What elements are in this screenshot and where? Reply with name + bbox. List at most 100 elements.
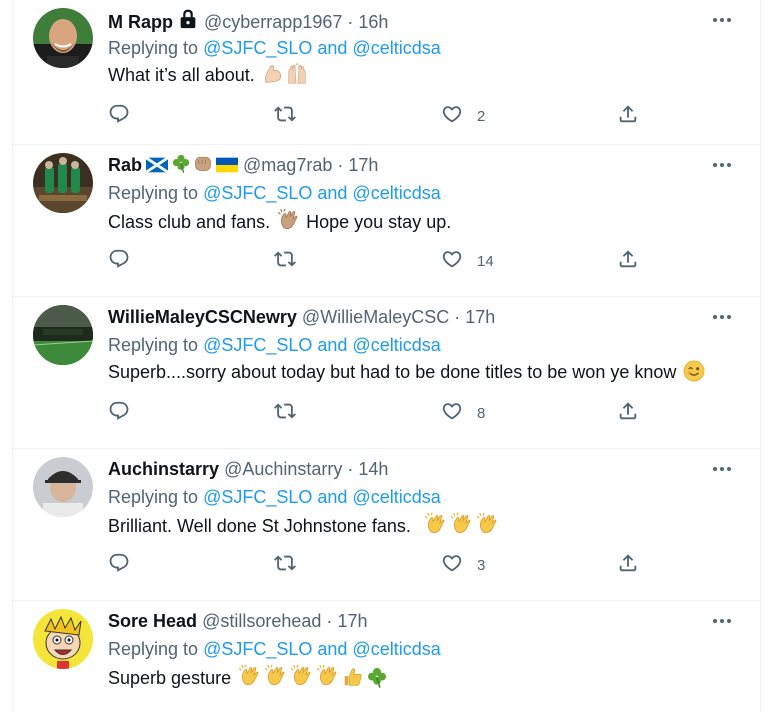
- avatar[interactable]: [33, 609, 93, 669]
- avatar[interactable]: [33, 8, 93, 68]
- timestamp[interactable]: 14h: [358, 459, 388, 479]
- mention-link[interactable]: @celticdsa: [352, 335, 440, 355]
- reply-icon: [108, 400, 130, 427]
- avatar[interactable]: [33, 305, 93, 365]
- like-button[interactable]: 8: [441, 401, 485, 425]
- reply-icon: [108, 103, 130, 130]
- name-emojis: [146, 153, 238, 179]
- mention-link[interactable]: @SJFC_SLO: [203, 183, 312, 203]
- heart-icon: [441, 400, 463, 427]
- mention-link[interactable]: @celticdsa: [352, 38, 440, 58]
- tweet[interactable]: WillieMaleyCSCNewry @WillieMaleyCSC · 17…: [13, 297, 760, 449]
- handle[interactable]: @cyberrapp1967: [204, 12, 342, 32]
- reply-button[interactable]: [108, 249, 130, 273]
- avatar[interactable]: [33, 457, 93, 517]
- more-icon[interactable]: [710, 457, 734, 481]
- like-count: 3: [477, 556, 486, 574]
- handle[interactable]: @WillieMaleyCSC: [302, 307, 449, 327]
- replying-and[interactable]: and: [312, 487, 352, 507]
- tweet-header: Rab @mag7rab · 17h: [108, 153, 378, 179]
- replying-to: Replying to @SJFC_SLO and @celticdsa: [108, 637, 441, 661]
- separator-dot: ·: [337, 155, 344, 175]
- winking-face-icon: [683, 360, 705, 388]
- heart-icon: [441, 552, 463, 579]
- scotland-flag-icon: [146, 157, 168, 173]
- shamrock-icon: [366, 666, 388, 694]
- thumbs-up-icon: [342, 666, 364, 694]
- share-button[interactable]: [617, 249, 639, 273]
- mention-link[interactable]: @SJFC_SLO: [203, 38, 312, 58]
- mention-link[interactable]: @SJFC_SLO: [203, 639, 312, 659]
- timestamp[interactable]: 17h: [348, 155, 378, 175]
- tweet-text-content: Superb....sorry about today but had to b…: [108, 362, 677, 382]
- replying-to-label: Replying to: [108, 183, 204, 203]
- replying-and[interactable]: and: [312, 335, 352, 355]
- clapping-hands-icon: [277, 208, 301, 238]
- more-icon[interactable]: [710, 609, 734, 633]
- timestamp[interactable]: 17h: [465, 307, 495, 327]
- display-name[interactable]: M Rapp: [108, 12, 173, 32]
- avatar[interactable]: [33, 153, 93, 213]
- tweet-header: M Rapp @cyberrapp1967 · 16h: [108, 8, 388, 36]
- separator-dot: ·: [454, 307, 461, 327]
- share-button[interactable]: [617, 104, 639, 128]
- handle[interactable]: @mag7rab: [243, 155, 332, 175]
- clapping-hands-icon: [476, 512, 500, 542]
- replying-to-label: Replying to: [108, 335, 204, 355]
- like-button[interactable]: 14: [441, 249, 494, 273]
- like-button[interactable]: 2: [441, 104, 485, 128]
- separator-dot: ·: [326, 611, 333, 631]
- clapping-hands-icon: [424, 512, 448, 542]
- replying-and[interactable]: and: [312, 639, 352, 659]
- tweet-actions: 8: [108, 401, 648, 425]
- retweet-button[interactable]: [274, 553, 296, 577]
- timestamp[interactable]: 17h: [337, 611, 367, 631]
- display-name[interactable]: WillieMaleyCSCNewry: [108, 307, 297, 327]
- tweet-text: Superb....sorry about today but had to b…: [108, 360, 705, 388]
- flexed-biceps-icon: [262, 63, 284, 91]
- like-count: 14: [477, 252, 494, 270]
- tweet-actions: 3: [108, 553, 648, 577]
- replying-to: Replying to @SJFC_SLO and @celticdsa: [108, 36, 441, 60]
- tweet[interactable]: Sore Head @stillsorehead · 17h Replying …: [13, 601, 760, 712]
- tweet-text: Brilliant. Well done St Johnstone fans.: [108, 512, 500, 542]
- reply-icon: [108, 552, 130, 579]
- tweet[interactable]: Rab @mag7rab · 17h Replying to @SJFC_SLO…: [13, 145, 760, 297]
- reply-button[interactable]: [108, 553, 130, 577]
- tweet-actions: 2: [108, 104, 648, 128]
- mention-link[interactable]: @SJFC_SLO: [203, 487, 312, 507]
- tweet-text-content: Hope you stay up.: [306, 212, 452, 232]
- replying-and[interactable]: and: [312, 38, 352, 58]
- handle[interactable]: @Auchinstarry: [224, 459, 342, 479]
- retweet-button[interactable]: [274, 401, 296, 425]
- reply-button[interactable]: [108, 104, 130, 128]
- like-button[interactable]: 3: [441, 553, 485, 577]
- retweet-button[interactable]: [274, 249, 296, 273]
- display-name[interactable]: Auchinstarry: [108, 459, 219, 479]
- mention-link[interactable]: @celticdsa: [352, 487, 440, 507]
- tweet[interactable]: M Rapp @cyberrapp1967 · 16h Replying to …: [13, 0, 760, 145]
- more-icon[interactable]: [710, 8, 734, 32]
- display-name[interactable]: Sore Head: [108, 611, 197, 631]
- mention-link[interactable]: @celticdsa: [352, 639, 440, 659]
- handle[interactable]: @stillsorehead: [202, 611, 321, 631]
- like-count: 2: [477, 107, 486, 125]
- timestamp[interactable]: 16h: [358, 12, 388, 32]
- tweet[interactable]: Auchinstarry @Auchinstarry · 14h Replyin…: [13, 449, 760, 601]
- more-icon[interactable]: [710, 305, 734, 329]
- more-icon[interactable]: [710, 153, 734, 177]
- mention-link[interactable]: @celticdsa: [352, 183, 440, 203]
- share-icon: [617, 552, 639, 579]
- lock-icon: [177, 8, 199, 36]
- retweet-icon: [274, 103, 296, 130]
- retweet-button[interactable]: [274, 104, 296, 128]
- display-name[interactable]: Rab: [108, 155, 142, 175]
- share-button[interactable]: [617, 401, 639, 425]
- separator-dot: ·: [347, 459, 354, 479]
- mention-link[interactable]: @SJFC_SLO: [203, 335, 312, 355]
- clapping-hands-icon: [238, 664, 262, 694]
- reply-button[interactable]: [108, 401, 130, 425]
- replying-and[interactable]: and: [312, 183, 352, 203]
- like-count: 8: [477, 404, 486, 422]
- share-button[interactable]: [617, 553, 639, 577]
